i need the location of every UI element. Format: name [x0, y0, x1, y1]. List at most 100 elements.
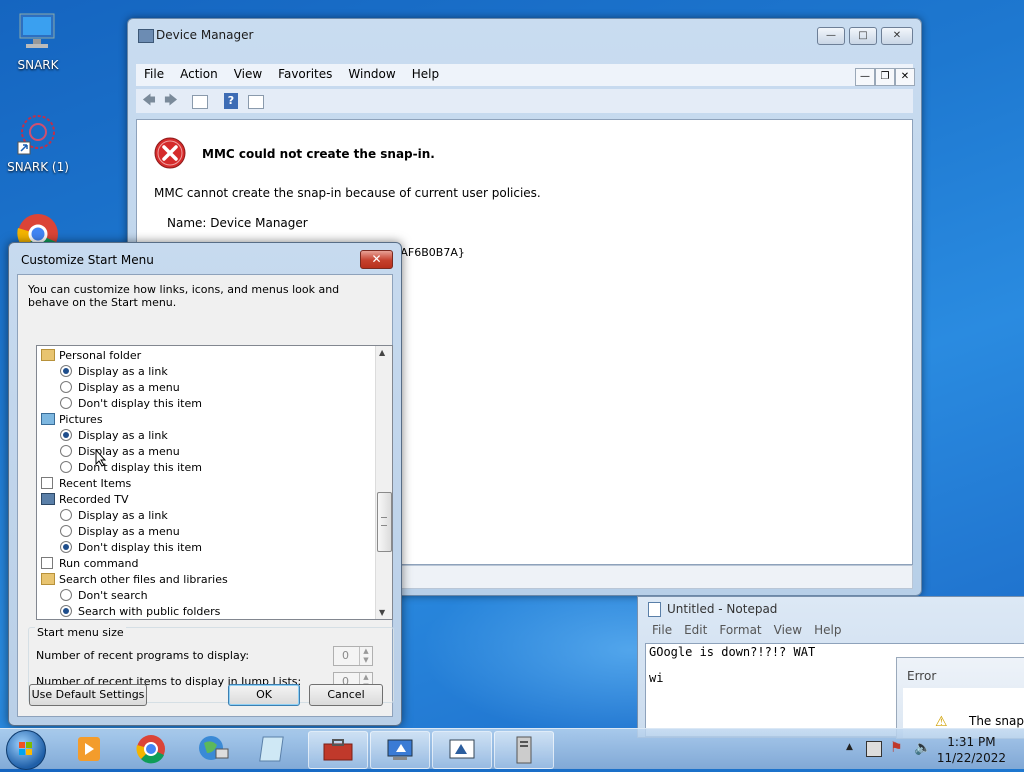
- checkbox-option[interactable]: Recent Items: [41, 476, 131, 492]
- taskbar-media-player[interactable]: [60, 731, 118, 767]
- radio-option[interactable]: Display as a link: [60, 508, 168, 524]
- child-close-button[interactable]: ✕: [895, 68, 915, 86]
- list-item-label: Display as a menu: [78, 445, 180, 458]
- error-dialog-text: The snap-i: [969, 714, 1024, 728]
- radio-option[interactable]: Display as a menu: [60, 380, 180, 396]
- menu-favorites[interactable]: Favorites: [270, 64, 340, 84]
- back-arrow-icon[interactable]: 🡄: [140, 93, 158, 109]
- radio-selected-icon: [60, 605, 72, 617]
- radio-option[interactable]: Display as a menu: [60, 444, 180, 460]
- list-item-label: Display as a link: [78, 365, 168, 378]
- taskbar-notepad[interactable]: [246, 731, 304, 767]
- menu-help[interactable]: Help: [404, 64, 447, 84]
- start-menu-options-list[interactable]: Personal folder Display as a link Display …: [36, 345, 393, 620]
- titlebar[interactable]: Device Manager — □ ✕: [128, 19, 921, 49]
- list-item-label: Display as a link: [78, 429, 168, 442]
- radio-selected-icon: [60, 365, 72, 377]
- notepad-line-1: GOogle is down?!?!? WAT: [649, 645, 816, 659]
- desktop-icon-snark[interactable]: SNARK: [0, 10, 76, 72]
- notepad-menu-file[interactable]: File: [646, 623, 678, 637]
- pictures-icon: [41, 413, 55, 425]
- network-tray-icon[interactable]: [866, 741, 882, 757]
- radio-option[interactable]: Search with public folders: [60, 604, 221, 619]
- radio-option[interactable]: Don't display this item: [60, 460, 202, 476]
- close-button[interactable]: ✕: [881, 27, 913, 45]
- window-title: Device Manager: [156, 28, 254, 42]
- device-manager-icon: [138, 29, 154, 43]
- list-item-label: Recent Items: [59, 477, 132, 490]
- dialog-body: You can customize how links, icons, and …: [17, 274, 394, 717]
- list-scrollbar[interactable]: ▲ ▼: [375, 346, 392, 619]
- ok-button[interactable]: OK: [228, 684, 300, 706]
- action-center-flag-icon[interactable]: ⚑: [890, 740, 903, 756]
- radio-option[interactable]: Display as a link: [60, 364, 168, 380]
- radio-option[interactable]: Don't search: [60, 588, 148, 604]
- spinner-arrows-icon[interactable]: ▲▼: [359, 647, 372, 665]
- cancel-button[interactable]: Cancel: [309, 684, 383, 706]
- menu-action[interactable]: Action: [172, 64, 226, 84]
- checkbox-icon: [41, 557, 53, 569]
- mouse-cursor-icon: [95, 448, 107, 470]
- radio-option[interactable]: Don't display this item: [60, 396, 202, 412]
- notepad-icon: [259, 736, 284, 762]
- checkbox-icon: [41, 477, 53, 489]
- radio-unselected-icon: [60, 589, 72, 601]
- clock-time: 1:31 PM: [947, 735, 996, 749]
- scroll-thumb[interactable]: [377, 492, 392, 552]
- radio-unselected-icon: [60, 509, 72, 521]
- notepad-menu-edit[interactable]: Edit: [678, 623, 713, 637]
- radio-unselected-icon: [60, 461, 72, 473]
- customize-start-menu-dialog: Customize Start Menu ✕ You can customize…: [8, 242, 402, 726]
- checkbox-option[interactable]: Run command: [41, 556, 139, 572]
- start-button[interactable]: [6, 730, 46, 770]
- taskbar-mmc[interactable]: [432, 731, 492, 769]
- taskbar-clock[interactable]: 1:31 PM 11/22/2022: [937, 734, 1006, 766]
- child-restore-button[interactable]: ❐: [875, 68, 895, 86]
- menu-file[interactable]: File: [136, 64, 172, 84]
- globe-network-icon: [199, 736, 229, 760]
- menu-view[interactable]: View: [226, 64, 270, 84]
- taskbar-chrome[interactable]: [122, 731, 180, 767]
- radio-unselected-icon: [60, 445, 72, 457]
- show-hidden-icons-arrow[interactable]: ▲: [846, 742, 853, 752]
- list-item-label: Display as a link: [78, 509, 168, 522]
- forward-arrow-icon[interactable]: 🡆: [162, 93, 180, 109]
- radio-option[interactable]: Display as a menu: [60, 524, 180, 540]
- taskbar: ▲ ⚑ 🔈 1:31 PM 11/22/2022: [0, 728, 1024, 770]
- notepad-title: Untitled - Notepad: [667, 602, 778, 616]
- computer-icon: [16, 10, 60, 54]
- scroll-up-arrow[interactable]: ▲: [379, 348, 385, 357]
- taskbar-network[interactable]: [184, 731, 242, 767]
- notepad-menu-view[interactable]: View: [768, 623, 808, 637]
- snap-in-name: Name: Device Manager: [167, 216, 308, 230]
- notepad-menu-help[interactable]: Help: [808, 623, 847, 637]
- maximize-button[interactable]: □: [849, 27, 877, 45]
- menu-window[interactable]: Window: [340, 64, 403, 84]
- minimize-button[interactable]: —: [817, 27, 845, 45]
- notepad-menu-format[interactable]: Format: [713, 623, 767, 637]
- list-item-label: Search other files and libraries: [59, 573, 228, 586]
- folder-icon: [41, 573, 55, 585]
- taskbar-server[interactable]: [494, 731, 554, 769]
- taskbar-toolbox[interactable]: [308, 731, 368, 769]
- desktop-icon-snark-1[interactable]: SNARK (1): [0, 112, 76, 174]
- scroll-down-arrow[interactable]: ▼: [379, 608, 385, 617]
- media-player-icon: [78, 737, 100, 761]
- radio-option[interactable]: Display as a link: [60, 428, 168, 444]
- list-item-label: Run command: [59, 557, 139, 570]
- child-minimize-button[interactable]: —: [855, 68, 875, 86]
- taskbar-device-manager[interactable]: [370, 731, 430, 769]
- menu-bar: File Action View Favorites Window Help: [136, 64, 913, 86]
- use-default-settings-button[interactable]: Use Default Settings: [29, 684, 147, 706]
- toolbar: 🡄 🡆 ?: [136, 89, 913, 113]
- list-item-label: Personal folder: [59, 349, 142, 362]
- console-tree-icon[interactable]: [192, 95, 208, 109]
- radio-option[interactable]: Don't display this item: [60, 540, 202, 556]
- help-icon[interactable]: ?: [224, 93, 238, 109]
- dialog-title: Customize Start Menu: [21, 253, 154, 267]
- dialog-close-button[interactable]: ✕: [360, 250, 393, 269]
- volume-icon[interactable]: 🔈: [914, 740, 931, 756]
- properties-pane-icon[interactable]: [248, 95, 264, 109]
- recent-programs-spinner[interactable]: 0 ▲ ▼: [333, 646, 373, 666]
- list-item-label: Search with public folders: [78, 605, 221, 618]
